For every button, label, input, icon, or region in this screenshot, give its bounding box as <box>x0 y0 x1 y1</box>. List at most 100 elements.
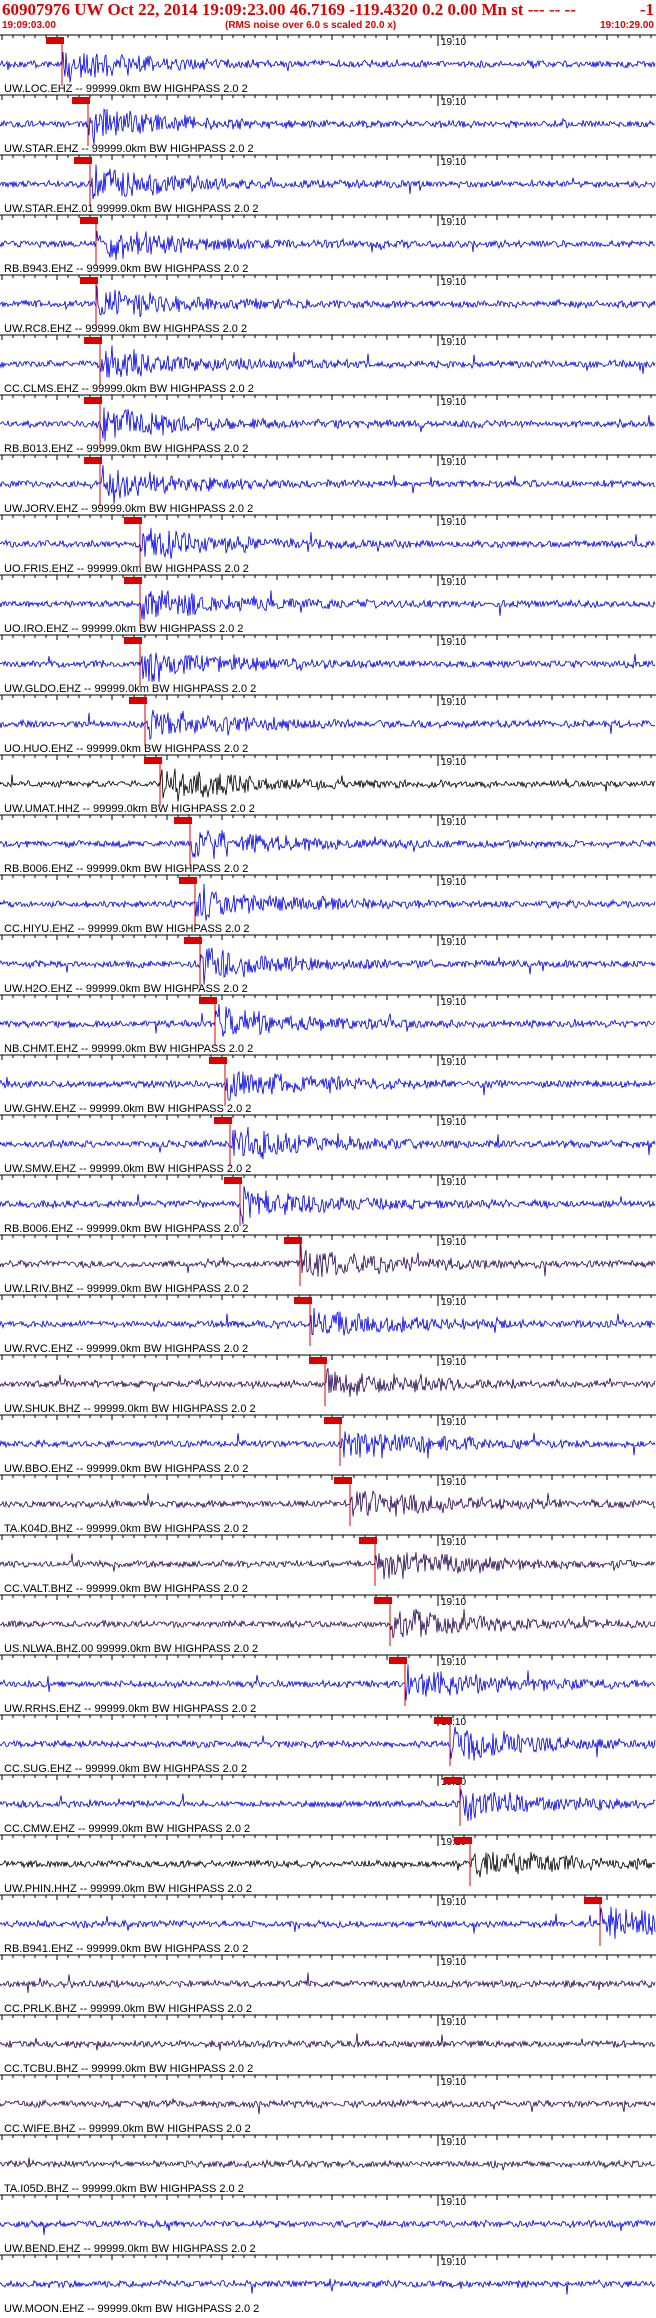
pick-flag <box>84 337 102 344</box>
minute-label: 19:10 <box>441 217 466 228</box>
pick-flag <box>454 1837 472 1844</box>
minute-label: 19:10 <box>441 877 466 888</box>
station-label: UW.PHIN.HHZ -- 99999.0km BW HIGHPASS 2.0… <box>4 1883 252 1895</box>
trace-row: 19:10CC.SUG.EHZ -- 99999.0km BW HIGHPASS… <box>0 1714 656 1775</box>
waveform <box>0 1972 656 1994</box>
waveform <box>0 527 656 560</box>
waveform <box>0 51 656 83</box>
station-label: UW.SHUK.BHZ -- 99999.0km BW HIGHPASS 2.0… <box>4 1403 256 1415</box>
trace-row: 19:10 UW.RVC.EHZ -- 99999.0km BW HIGHPASS… <box>0 1294 656 1355</box>
station-label: UO.IRO.EHZ -- 99999.0km BW HIGHPASS 2.0 … <box>4 623 243 635</box>
station-label: UW.RRHS.EHZ -- 99999.0km BW HIGHPASS 2.0… <box>4 1703 256 1715</box>
trace-row: 19:10CC.CMW.EHZ -- 99999.0km BW HIGHPASS… <box>0 1774 656 1835</box>
trace-row: 19:10 UW.MOON.EHZ -- 99999.0km BW HIGHPAS… <box>0 2254 656 2315</box>
pick-flag <box>72 97 90 104</box>
station-label: TA.K04D.BHZ -- 99999.0km BW HIGHPASS 2.0… <box>4 1523 248 1535</box>
waveform <box>0 1431 656 1459</box>
waveform <box>0 1608 656 1639</box>
trace-row: 19:10 UW.BEND.EHZ -- 99999.0km BW HIGHPAS… <box>0 2194 656 2255</box>
waveform <box>0 230 656 261</box>
minute-label: 19:10 <box>441 1417 466 1428</box>
waveform <box>0 1186 656 1225</box>
waveform <box>0 1004 656 1037</box>
station-label: UW.RC8.EHZ -- 99999.0km BW HIGHPASS 2.0 … <box>4 323 247 335</box>
station-label: UW.SMW.EHZ -- 99999.0km BW HIGHPASS 2.0 … <box>4 1163 251 1175</box>
minute-label: 19:10 <box>441 1537 466 1548</box>
pick-flag <box>74 157 92 164</box>
minute-label: 19:10 <box>441 997 466 1008</box>
station-label: UW.UMAT.HHZ -- 99999.0km BW HIGHPASS 2.0… <box>4 803 255 815</box>
station-label: CC.CMW.EHZ -- 99999.0km BW HIGHPASS 2.0 … <box>4 1823 250 1835</box>
station-label: CC.TCBU.BHZ -- 99999.0km BW HIGHPASS 2.0… <box>4 2063 253 2075</box>
pick-flag <box>434 1717 452 1724</box>
station-label: UW.RVC.EHZ -- 99999.0km BW HIGHPASS 2.0 … <box>4 1343 248 1355</box>
minute-label: 19:10 <box>441 1657 466 1668</box>
waveform <box>0 2157 655 2171</box>
waveform <box>0 1070 656 1101</box>
trace-row: 19:10 TA.I05D.BHZ -- 99999.0km BW HIGHPAS… <box>0 2134 656 2195</box>
trace-row: 19:10 CC.PRLK.BHZ -- 99999.0km BW HIGHPAS… <box>0 1954 656 2015</box>
rms-note-label: (RMS noise over 6.0 s scaled 20.0 x) <box>225 20 397 31</box>
trace-row: 19:10 UW.SMW.EHZ -- 99999.0km BW HIGHPASS… <box>0 1114 656 1175</box>
plot-header: 60907976 UW Oct 22, 2014 19:09:23.00 46.… <box>0 0 656 34</box>
trace-row: 19:10 UW.RRHS.EHZ -- 99999.0km BW HIGHPAS… <box>0 1654 656 1715</box>
waveform <box>0 164 656 200</box>
pick-flag <box>334 1477 352 1484</box>
station-label: CC.WIFE.BHZ -- 99999.0km BW HIGHPASS 2.0… <box>4 2123 251 2135</box>
trace-row: 19:10 UW.JORV.EHZ -- 99999.0km BW HIGHPAS… <box>0 454 656 515</box>
waveform <box>0 108 656 145</box>
waveform <box>0 652 656 683</box>
waveform <box>0 829 656 860</box>
pick-flag <box>309 1357 327 1364</box>
minute-label: 19:10 <box>441 757 466 768</box>
pick-flag <box>80 277 98 284</box>
minute-label: 19:10 <box>441 2017 466 2028</box>
waveform <box>0 407 656 442</box>
waveform <box>0 285 656 318</box>
trace-row: 19:10 RB.B013.EHZ -- 99999.0km BW HIGHPAS… <box>0 394 656 455</box>
waveform <box>0 947 656 985</box>
minute-label: 19:10 <box>441 1897 466 1908</box>
waveform <box>0 2098 656 2115</box>
waveform <box>0 2033 656 2051</box>
waveform <box>0 1851 656 1878</box>
pick-flag <box>124 577 142 584</box>
minute-label: 19:10 <box>441 817 466 828</box>
trace-row: 19:10 UW.H2O.EHZ -- 99999.0km BW HIGHPASS… <box>0 934 656 995</box>
station-label: UW.MOON.EHZ -- 99999.0km BW HIGHPASS 2.0… <box>4 2303 259 2315</box>
trace-row: 19:10 UO.FRIS.EHZ -- 99999.0km BW HIGHPAS… <box>0 514 656 575</box>
minute-label: 19:10 <box>441 2077 466 2088</box>
pick-flag <box>294 1297 312 1304</box>
trace-row: 19:10 RB.B006.EHZ -- 99999.0km BW HIGHPAS… <box>0 814 656 875</box>
station-label: UO.FRIS.EHZ -- 99999.0km BW HIGHPASS 2.0… <box>4 563 249 575</box>
waveform <box>0 345 656 378</box>
trace-row: 19:10 UW.RC8.EHZ -- 99999.0km BW HIGHPASS… <box>0 274 656 335</box>
trace-row: 19:10 US.NLWA.BHZ.00 99999.0km BW HIGHPAS… <box>0 1594 656 1655</box>
waveform <box>0 883 656 921</box>
waveform <box>0 1906 656 1939</box>
pick-flag <box>584 1897 602 1904</box>
trace-row: 19:10 UW.BBO.EHZ -- 99999.0km BW HIGHPASS… <box>0 1414 656 1475</box>
minute-label: 19:10 <box>441 2257 466 2268</box>
pick-flag <box>389 1657 407 1664</box>
pick-flag <box>124 517 142 524</box>
trace-row: 19:10 CC.VALT.BHZ -- 99999.0km BW HIGHPAS… <box>0 1534 656 1595</box>
minute-label: 19:10 <box>441 1057 466 1068</box>
pick-flag <box>209 1057 227 1064</box>
station-label: CC.SUG.EHZ -- 99999.0km BW HIGHPASS 2.0 … <box>4 1763 247 1775</box>
trace-row: 19:10 RB.B006.EHZ -- 99999.0km BW HIGHPAS… <box>0 1174 656 1235</box>
station-label: UW.GHW.EHZ -- 99999.0km BW HIGHPASS 2.0 … <box>4 1103 251 1115</box>
minute-label: 19:10 <box>441 637 466 648</box>
station-label: UW.BEND.EHZ -- 99999.0km BW HIGHPASS 2.0… <box>4 2243 256 2255</box>
pick-flag <box>124 637 142 644</box>
trace-row: 19:10 UW.UMAT.HHZ -- 99999.0km BW HIGHPAS… <box>0 754 656 815</box>
station-label: UW.LRIV.BHZ -- 99999.0km BW HIGHPASS 2.0… <box>4 1283 249 1295</box>
minute-label: 19:10 <box>441 2137 466 2148</box>
trace-row: 19:10 UW.LOC.EHZ -- 99999.0km BW HIGHPASS… <box>0 34 656 95</box>
minute-label: 19:10 <box>441 517 466 528</box>
pick-flag <box>129 697 147 704</box>
waveform <box>0 590 656 620</box>
trace-row: 19:10 UW.GHW.EHZ -- 99999.0km BW HIGHPASS… <box>0 1054 656 1115</box>
trace-row: 19:10 CC.WIFE.BHZ -- 99999.0km BW HIGHPAS… <box>0 2074 656 2135</box>
minute-label: 19:10 <box>441 2197 466 2208</box>
